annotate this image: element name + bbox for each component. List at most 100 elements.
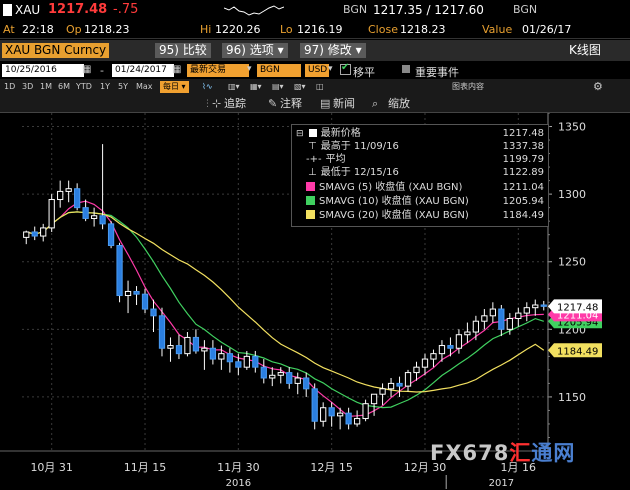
- options-menu[interactable]: 96) 选项 ▾: [222, 43, 288, 58]
- candle-body: [158, 315, 166, 349]
- last-price: 1217.48: [48, 2, 108, 17]
- range-max[interactable]: Max: [136, 81, 153, 93]
- candle[interactable]: [48, 194, 55, 232]
- candle[interactable]: [116, 242, 123, 303]
- candle-body: [320, 407, 327, 422]
- source-select[interactable]: BGN: [257, 64, 301, 77]
- expand-icon[interactable]: ⊟: [296, 129, 304, 139]
- line-chart-icon[interactable]: ⌇∿: [202, 81, 213, 93]
- candle-body: [481, 315, 488, 322]
- ticker-color-icon: [3, 4, 12, 16]
- legend-panel: ⊟ 最新价格 1217.48 ⊤ 最高于 11/09/16 1337.38 -+-…: [291, 124, 549, 227]
- candle-body: [116, 244, 123, 297]
- candle[interactable]: [107, 221, 115, 249]
- start-calendar-icon[interactable]: ▦: [82, 64, 91, 75]
- news-icon: ▤: [320, 97, 331, 110]
- chart-content-label[interactable]: 图表内容: [452, 81, 484, 93]
- candle-body: [464, 331, 471, 336]
- close-label: Close: [368, 23, 398, 36]
- ma20-tag: 1184.49: [548, 343, 602, 358]
- events-checkbox[interactable]: [402, 65, 410, 73]
- watermark-text-a: FX678: [430, 441, 510, 465]
- layout-icon[interactable]: ◫: [316, 81, 324, 93]
- overlay-icon[interactable]: ▤▾: [272, 81, 284, 93]
- candle-body: [498, 308, 505, 330]
- ticker[interactable]: XAU: [15, 3, 40, 17]
- range-1m[interactable]: 1M: [40, 81, 52, 93]
- open-value: 1218.23: [84, 23, 130, 36]
- crosshair-icon: ⊹: [212, 97, 222, 110]
- start-date-input[interactable]: 10/25/2016: [2, 64, 84, 77]
- move-label: 移平: [353, 66, 375, 79]
- gear-icon[interactable]: ⚙: [593, 81, 603, 93]
- candle-body: [107, 223, 115, 246]
- candle-body: [404, 372, 412, 387]
- candle-body: [455, 334, 463, 349]
- year-label: 2016: [226, 478, 251, 489]
- legend-low-label: 最低于 12/15/16: [320, 167, 399, 178]
- candle-body: [337, 412, 344, 417]
- range-6m[interactable]: 6M: [58, 81, 70, 93]
- bar-chart-icon[interactable]: ▥▾: [228, 81, 240, 93]
- low-value: 1216.19: [297, 23, 343, 36]
- annotate-button[interactable]: 注释: [280, 97, 302, 111]
- low-marker-icon: ⊥: [308, 167, 317, 178]
- last-price-tag-text: 1217.48: [557, 302, 598, 313]
- range-1d[interactable]: 1D: [4, 81, 15, 93]
- at-label: At: [3, 23, 15, 36]
- candle-body: [396, 382, 403, 387]
- x-tick-label: 12月 15: [310, 461, 353, 474]
- range-5y[interactable]: 5Y: [118, 81, 128, 93]
- candle-body: [209, 347, 217, 360]
- end-date-input[interactable]: 01/24/2017: [112, 64, 174, 77]
- quote-source-2: BGN: [513, 3, 538, 16]
- candle-body: [167, 345, 174, 349]
- candle-body: [243, 355, 250, 368]
- high-marker-icon: ⊤: [308, 141, 317, 152]
- security-field[interactable]: XAU BGN Curncy: [2, 43, 110, 58]
- high-label: Hi: [200, 23, 212, 36]
- track-button[interactable]: 追踪: [224, 97, 246, 111]
- candle-body: [235, 361, 242, 368]
- period-select[interactable]: 每日 ▾: [160, 81, 189, 93]
- candle-body: [515, 312, 522, 320]
- sparkline-icon: [224, 5, 284, 16]
- legend-latest-value: 1217.48: [502, 128, 544, 139]
- modify-menu[interactable]: 97) 修改 ▾: [300, 43, 366, 58]
- latest-trade-dropdown-icon[interactable]: ▾: [247, 64, 252, 74]
- range-1y[interactable]: 1Y: [100, 81, 110, 93]
- quote-time: 22:18: [22, 23, 54, 36]
- tool-bar: ⋮ ⊹ 追踪 ✎ 注释 ▤ 新闻 ⌕ 缩放: [0, 95, 630, 113]
- range-ytd[interactable]: YTD: [76, 81, 92, 93]
- candle-body: [438, 345, 446, 355]
- x-tick-label: 11月 15: [124, 461, 167, 474]
- low-label: Lo: [280, 23, 293, 36]
- quote-bar: XAU 1217.48 -.75 BGN 1217.35 / 1217.60 B…: [0, 0, 630, 20]
- open-label: Op: [66, 23, 82, 36]
- candle-body: [260, 366, 267, 379]
- candle-body: [65, 188, 72, 192]
- candle-body: [540, 304, 547, 307]
- candle-body: [141, 293, 149, 310]
- latest-swatch: [308, 129, 317, 137]
- legend-ma5: SMAVG (5) 收盘值 (XAU BGN) 1211.04: [296, 181, 544, 194]
- news-button[interactable]: 新闻: [333, 97, 355, 111]
- zoom-button[interactable]: 缩放: [388, 97, 410, 111]
- end-calendar-icon[interactable]: ▦: [172, 64, 181, 75]
- legend-average-label: 平均: [325, 154, 346, 165]
- candle-chart-icon[interactable]: ▦▾: [250, 81, 262, 93]
- study-icon[interactable]: ▧▾: [294, 81, 306, 93]
- price-change: -.75: [113, 2, 139, 17]
- currency-dropdown-icon[interactable]: ▾: [328, 64, 333, 74]
- compare-button[interactable]: 95) 比较: [155, 43, 211, 58]
- legend-high-label: 最高于 11/09/16: [320, 141, 399, 152]
- candle-body: [303, 377, 310, 390]
- latest-trade-select[interactable]: 最新交易: [187, 64, 249, 77]
- candle-body: [82, 207, 89, 219]
- candle-body: [99, 215, 106, 225]
- grip-icon: ⋮: [203, 99, 212, 109]
- candle-body: [472, 320, 480, 333]
- candle-body: [40, 227, 47, 237]
- range-3d[interactable]: 3D: [22, 81, 33, 93]
- currency-select[interactable]: USD: [305, 64, 329, 77]
